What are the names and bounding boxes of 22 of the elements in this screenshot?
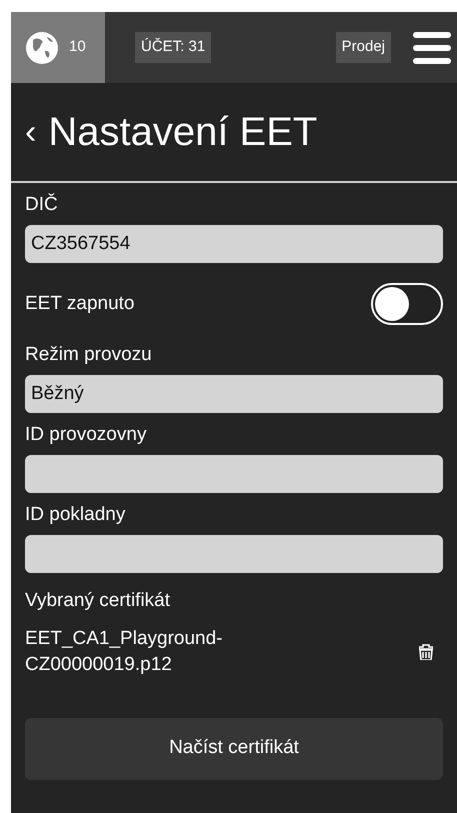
- field-label: DIČ: [25, 193, 59, 217]
- account-label[interactable]: ÚČET: 31: [135, 32, 212, 63]
- globe-button[interactable]: 10: [11, 12, 105, 83]
- input-field[interactable]: [25, 535, 443, 573]
- certificate-label: Vybraný certifikát: [25, 589, 172, 613]
- load-certificate-button[interactable]: Načíst certifikát: [25, 718, 443, 780]
- toggle-switch[interactable]: [371, 283, 443, 325]
- field-label: ID provozovny: [25, 423, 148, 447]
- field-label: Režim provozu: [25, 343, 153, 367]
- field-label: EET zapnuto: [25, 292, 135, 316]
- menu-icon[interactable]: [413, 32, 451, 64]
- input-field[interactable]: [25, 455, 443, 493]
- input-field[interactable]: Běžný: [25, 375, 443, 413]
- page-title: Nastavení EET: [48, 109, 318, 156]
- field-label: ID pokladny: [25, 503, 126, 527]
- trash-icon[interactable]: [419, 644, 433, 660]
- certificate-file: EET_CA1_Playground-CZ00000019.p12: [25, 626, 224, 676]
- back-button[interactable]: ‹: [25, 115, 36, 149]
- globe-icon: [25, 30, 59, 64]
- input-field[interactable]: CZ3567554: [25, 225, 443, 263]
- mode-label[interactable]: Prodej: [336, 32, 391, 63]
- globe-count: 10: [69, 37, 86, 58]
